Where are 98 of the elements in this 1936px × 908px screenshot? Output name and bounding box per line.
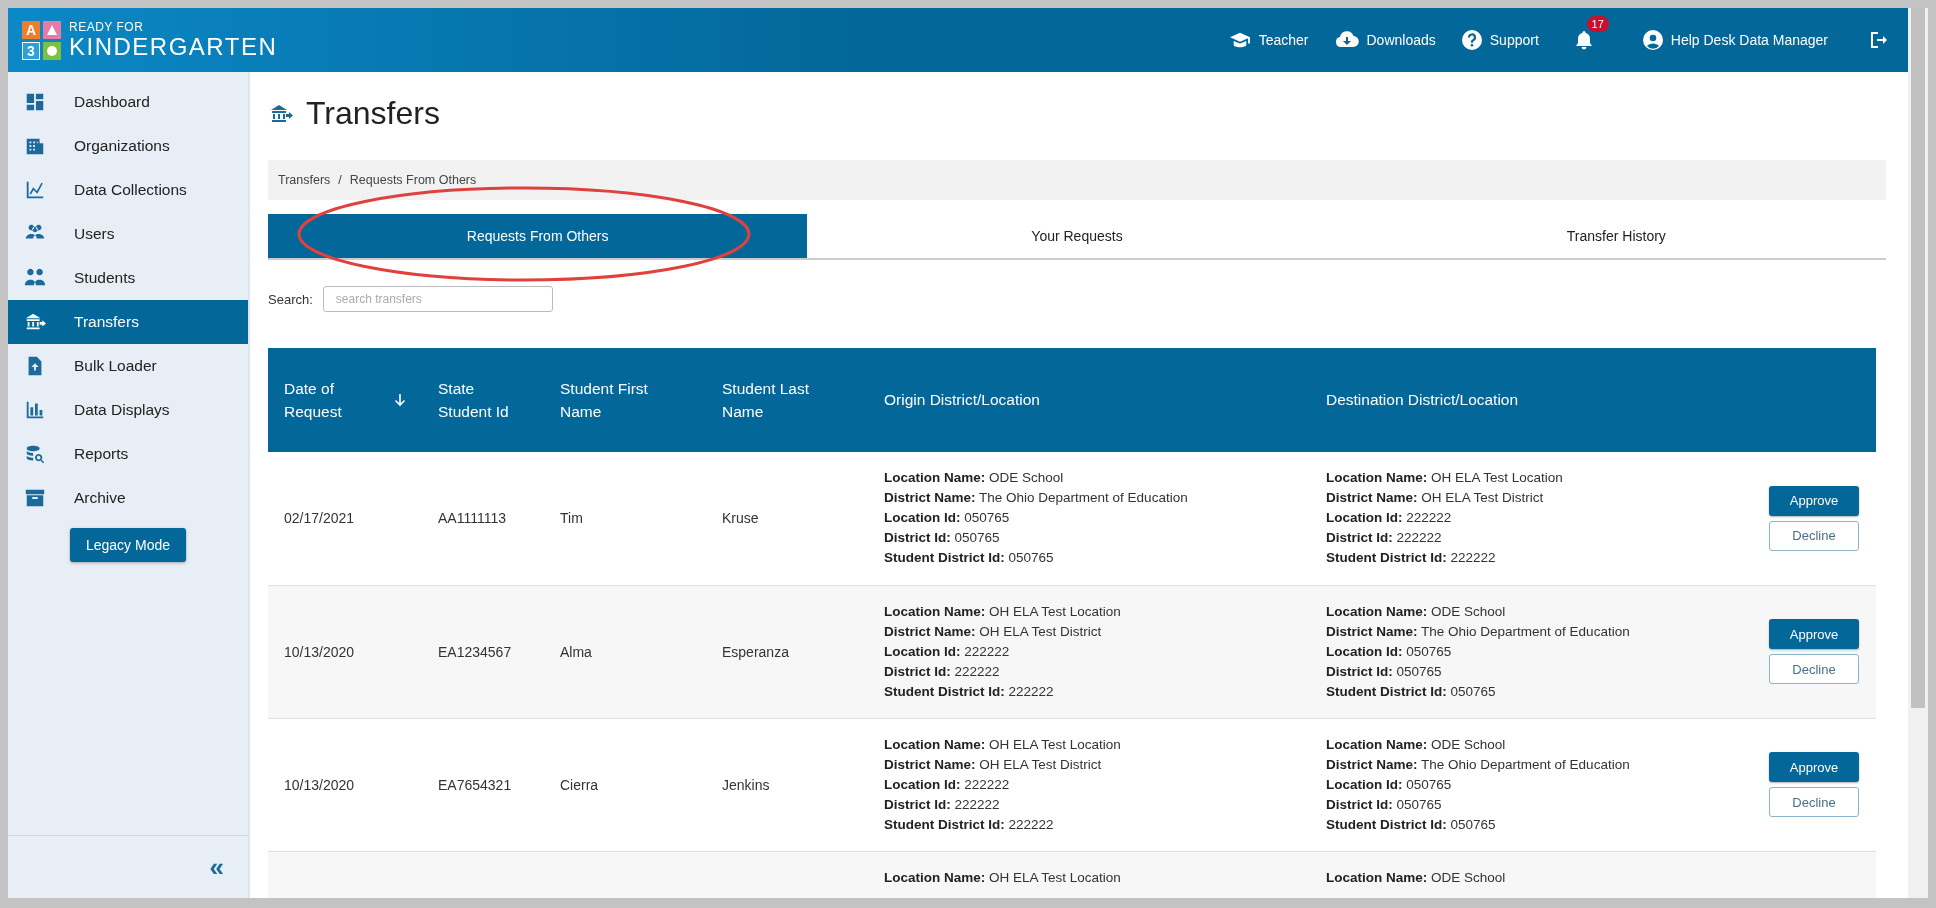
- sidebar-item[interactable]: Data Displays: [8, 388, 248, 432]
- sidebar-item[interactable]: Data Collections: [8, 168, 248, 212]
- breadcrumb-link[interactable]: Requests From Others: [349, 173, 477, 187]
- sidebar-item[interactable]: Dashboard: [8, 80, 248, 124]
- detail-line: Location Id: 222222: [884, 642, 1011, 661]
- user-icon: [1642, 30, 1663, 50]
- breadcrumb-link[interactable]: Transfers: [278, 173, 331, 187]
- sidebar-item[interactable]: Bulk Loader: [8, 344, 248, 388]
- detail-line: District Name: The Ohio Department of Education: [1326, 622, 1631, 641]
- sidebar-item[interactable]: Reports: [8, 432, 248, 476]
- detail-line: District Id: 222222: [884, 795, 1001, 814]
- detail-line: District Id: 222222: [1326, 529, 1443, 548]
- detail-line: Location Id: 050765: [1326, 642, 1453, 661]
- table-cell: EA1234567: [438, 643, 512, 660]
- detail-line: Location Name: OH ELA Test Location: [884, 868, 1122, 887]
- detail-line: District Name: OH ELA Test District: [884, 622, 1103, 641]
- page-title: Transfers: [306, 94, 440, 132]
- detail-line: District Name: OH ELA Test District: [884, 755, 1103, 774]
- approve-button[interactable]: Approve: [1769, 485, 1859, 516]
- table-cell: Jenkins: [722, 776, 770, 793]
- graduation-cap-icon: [1228, 31, 1251, 49]
- detail-line: Location Name: ODE School: [1326, 602, 1507, 621]
- collapse-sidebar-button[interactable]: «: [209, 851, 224, 883]
- approve-button[interactable]: Approve: [1769, 752, 1859, 782]
- sidebar-item[interactable]: Organizations: [8, 124, 248, 168]
- detail-line: Location Name: ODE School: [884, 469, 1065, 488]
- bell-icon: [1574, 30, 1593, 50]
- sidebar-item[interactable]: Transfers: [8, 300, 248, 344]
- notifications-button[interactable]: 17: [1574, 16, 1609, 50]
- detail-line: Student District Id: 050765: [884, 549, 1055, 568]
- detail-line: District Name: The Ohio Department of Education: [884, 489, 1189, 508]
- table-cell: 02/17/2021: [284, 510, 355, 527]
- table-cell: Esperanza: [722, 643, 789, 660]
- sidebar-item-icon: [24, 179, 46, 201]
- nav-link[interactable]: Teacher: [1228, 31, 1309, 49]
- sidebar-item[interactable]: Archive: [8, 476, 248, 520]
- user-menu[interactable]: Help Desk Data Manager: [1642, 30, 1828, 50]
- table-cell: 10/13/2020: [284, 776, 355, 793]
- sidebar-item[interactable]: Students: [8, 256, 248, 300]
- sidebar-item[interactable]: Users: [8, 212, 248, 256]
- table-cell: Tim: [560, 510, 583, 527]
- detail-line: Student District Id: 222222: [884, 815, 1055, 834]
- approve-button[interactable]: Approve: [1769, 619, 1859, 649]
- detail-line: Location Id: 050765: [884, 509, 1011, 528]
- column-header[interactable]: Student Last Name: [722, 376, 852, 424]
- detail-line: Student District Id: 050765: [1326, 815, 1497, 834]
- search-field[interactable]: search transfers: [322, 286, 553, 312]
- detail-line: Student District Id: 050765: [1326, 682, 1497, 701]
- column-header[interactable]: Date of Request: [284, 376, 406, 424]
- cloud-download-icon: [1334, 31, 1359, 49]
- logo-wordmark: KINDERGARTEN: [69, 35, 278, 59]
- tab[interactable]: Your Requests: [807, 214, 1347, 258]
- detail-line: District Id: 050765: [1326, 795, 1443, 814]
- sidebar-item-icon: [24, 91, 46, 113]
- sidebar-item-icon: [24, 399, 46, 421]
- table-cell: 10/13/2020: [284, 643, 355, 660]
- detail-line: Location Name: OH ELA Test Location: [884, 602, 1122, 621]
- table-cell: Kruse: [722, 510, 759, 527]
- column-header[interactable]: State Student Id: [438, 376, 528, 424]
- column-header[interactable]: Origin District/Location: [884, 388, 1040, 412]
- decline-button[interactable]: Decline: [1769, 654, 1859, 684]
- detail-line: Location Name: OH ELA Test Location: [884, 735, 1122, 754]
- nav-link[interactable]: Support: [1461, 30, 1539, 50]
- logout-icon: [1868, 30, 1888, 50]
- detail-line: Location Name: ODE School: [1326, 735, 1507, 754]
- detail-line: Location Id: 050765: [1326, 775, 1453, 794]
- decline-button[interactable]: Decline: [1769, 787, 1859, 817]
- legacy-mode-button[interactable]: Legacy Mode: [69, 528, 187, 562]
- detail-line: Student District Id: 222222: [884, 682, 1055, 701]
- detail-line: Location Name: OH ELA Test Location: [1326, 469, 1564, 488]
- scrollbar[interactable]: [1908, 8, 1928, 898]
- column-header[interactable]: Student First Name: [560, 376, 690, 424]
- detail-line: Student District Id: 222222: [1326, 549, 1497, 568]
- detail-line: Location Id: 222222: [1326, 509, 1453, 528]
- table-cell: Alma: [560, 643, 592, 660]
- logo-tagline: READY FOR: [69, 21, 145, 33]
- breadcrumb-separator: /: [338, 173, 342, 187]
- detail-line: District Id: 050765: [1326, 662, 1443, 681]
- tab[interactable]: Transfer History: [1346, 214, 1886, 258]
- help-icon: [1461, 30, 1482, 50]
- detail-line: District Name: The Ohio Department of Education: [1326, 755, 1631, 774]
- nav-link[interactable]: Downloads: [1334, 31, 1436, 49]
- search-label: Search:: [268, 291, 313, 307]
- decline-button[interactable]: Decline: [1769, 520, 1859, 551]
- sidebar-item-icon: [24, 487, 46, 509]
- detail-line: District Name: OH ELA Test District: [1326, 489, 1545, 508]
- detail-line: District Id: 222222: [884, 662, 1001, 681]
- table-cell: AA1111113: [438, 510, 506, 527]
- notification-count: 17: [1586, 16, 1609, 32]
- table-cell: EA7654321: [438, 776, 512, 793]
- tab[interactable]: Requests From Others: [268, 214, 808, 258]
- table-cell: Cierra: [560, 776, 599, 793]
- detail-line: Location Name: ODE School: [1326, 868, 1507, 887]
- sidebar-item-icon: [24, 443, 46, 465]
- detail-line: District Id: 050765: [884, 529, 1001, 548]
- detail-line: Location Id: 222222: [884, 775, 1011, 794]
- column-header[interactable]: Destination District/Location: [1326, 388, 1519, 412]
- logout-button[interactable]: [1868, 30, 1888, 50]
